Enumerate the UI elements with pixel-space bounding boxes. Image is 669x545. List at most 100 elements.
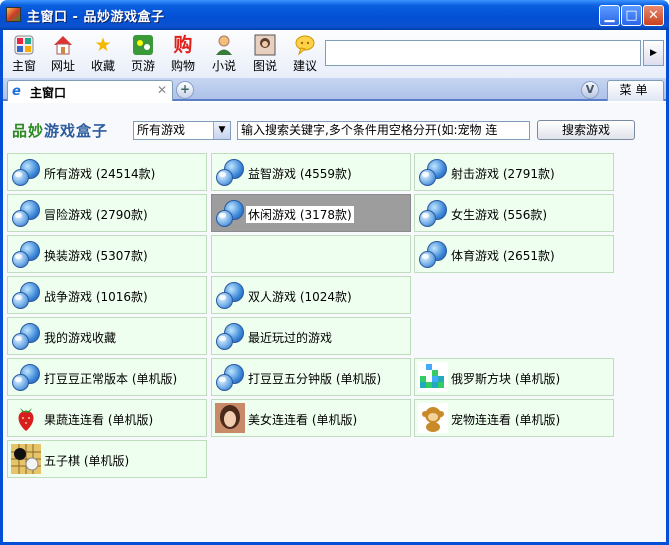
tile-label: 我的游戏收藏 xyxy=(44,331,117,345)
toolbar-button-favorites[interactable]: ★ 收藏 xyxy=(85,33,121,77)
toolbar-button-webgame[interactable]: 页游 xyxy=(125,33,161,77)
tab-main-window[interactable]: e 主窗口 ✕ xyxy=(7,80,173,101)
logo-part1: 品妙 xyxy=(12,122,45,140)
tile-label: 五子棋 (单机版) xyxy=(44,454,130,468)
chevron-down-icon: ▼ xyxy=(213,122,230,139)
game-category-tile[interactable]: 女生游戏 (556款) xyxy=(414,194,614,232)
toolbar-button-shopping[interactable]: 购 购物 xyxy=(165,33,201,77)
globe-icon xyxy=(215,280,245,310)
tile-label: 射击游戏 (2791款) xyxy=(451,167,555,181)
go-board-icon xyxy=(11,444,41,474)
tile-label: 战争游戏 (1016款) xyxy=(44,290,148,304)
favorites-tile[interactable]: 我的游戏收藏 xyxy=(7,317,207,355)
search-input[interactable]: 输入搜索关键字,多个条件用空格分开(如:宠物 连 xyxy=(237,121,530,140)
house-icon xyxy=(51,34,75,56)
tile-label: 益智游戏 (4559款) xyxy=(248,167,352,181)
globe-icon xyxy=(11,321,41,351)
star-icon: ★ xyxy=(94,34,112,56)
logo-part2: 游戏盒子 xyxy=(44,122,109,140)
maximize-button[interactable]: □ xyxy=(621,5,642,26)
url-input[interactable] xyxy=(325,40,641,66)
tile-label: 打豆豆正常版本 (单机版) xyxy=(44,372,178,386)
game-tile[interactable]: 打豆豆五分钟版 (单机版) xyxy=(211,358,411,396)
game-category-tile[interactable]: 射击游戏 (2791款) xyxy=(414,153,614,191)
new-tab-plus-icon[interactable]: + xyxy=(176,81,194,99)
monkey-icon xyxy=(418,403,448,433)
category-value: 所有游戏 xyxy=(137,123,186,137)
game-tile[interactable]: 果蔬连连看 (单机版) xyxy=(7,399,207,437)
globe-icon xyxy=(418,198,448,228)
toolbar-label: 图说 xyxy=(252,59,277,73)
game-category-tile[interactable]: 战争游戏 (1016款) xyxy=(7,276,207,314)
globe-icon xyxy=(11,239,41,269)
toolbar-button-main[interactable]: 主窗 xyxy=(6,33,42,77)
game-category-tile-selected[interactable]: 休闲游戏 (3178款) xyxy=(211,194,411,232)
browser-e-icon: e xyxy=(12,84,21,99)
tab-label: 主窗口 xyxy=(30,86,67,100)
speech-bubble-icon xyxy=(293,34,317,56)
game-category-tile[interactable]: 所有游戏 (24514款) xyxy=(7,153,207,191)
game-category-tile[interactable]: 体育游戏 (2651款) xyxy=(414,235,614,273)
game-tile[interactable]: 五子棋 (单机版) xyxy=(7,440,207,478)
empty-tile xyxy=(211,235,411,273)
tab-bar: e 主窗口 ✕ + V 菜单 xyxy=(3,78,666,101)
tile-label: 俄罗斯方块 (单机版) xyxy=(451,372,561,386)
globe-icon xyxy=(418,239,448,269)
close-button[interactable]: ✕ xyxy=(643,5,664,26)
game-category-tile[interactable]: 冒险游戏 (2790款) xyxy=(7,194,207,232)
tile-label: 美女连连看 (单机版) xyxy=(248,413,358,427)
tile-label: 最近玩过的游戏 xyxy=(248,331,333,345)
tile-label: 打豆豆五分钟版 (单机版) xyxy=(248,372,382,386)
game-tile[interactable]: 打豆豆正常版本 (单机版) xyxy=(7,358,207,396)
go-arrow-icon[interactable]: ▶ xyxy=(643,40,664,66)
title-bar[interactable]: 主窗口 - 品妙游戏盒子 ▁ □ ✕ xyxy=(0,0,669,30)
game-tile[interactable]: 宠物连连看 (单机版) xyxy=(414,399,614,437)
tile-label: 所有游戏 (24514款) xyxy=(44,167,156,181)
tile-label: 冒险游戏 (2790款) xyxy=(44,208,148,222)
game-tile[interactable]: 俄罗斯方块 (单机版) xyxy=(414,358,614,396)
globe-icon xyxy=(215,362,245,392)
minimize-button[interactable]: ▁ xyxy=(599,5,620,26)
toolbar-button-suggest[interactable]: 建议 xyxy=(287,33,323,77)
tab-close-icon[interactable]: ✕ xyxy=(157,83,167,97)
tile-label: 宠物连连看 (单机版) xyxy=(451,413,561,427)
portrait-icon xyxy=(215,403,245,433)
globe-icon xyxy=(215,321,245,351)
toolbar-label: 建议 xyxy=(292,59,317,73)
globe-icon xyxy=(11,362,41,392)
globe-icon xyxy=(11,157,41,187)
game-category-tile[interactable]: 换装游戏 (5307款) xyxy=(7,235,207,273)
reader-icon xyxy=(212,34,236,56)
photo-icon xyxy=(253,34,277,56)
toolbar-button-url[interactable]: 网址 xyxy=(45,33,81,77)
category-select[interactable]: 所有游戏 ▼ xyxy=(133,121,231,140)
game-icon xyxy=(131,34,155,56)
globe-icon xyxy=(215,157,245,187)
app-icon xyxy=(6,7,21,22)
search-button[interactable]: 搜索游戏 xyxy=(537,120,635,140)
tile-label: 体育游戏 (2651款) xyxy=(451,249,555,263)
tile-label: 女生游戏 (556款) xyxy=(451,208,548,222)
toolbar-label: 主窗 xyxy=(11,59,36,73)
tetris-icon xyxy=(418,362,448,392)
recent-games-tile[interactable]: 最近玩过的游戏 xyxy=(211,317,411,355)
tile-label: 果蔬连连看 (单机版) xyxy=(44,413,154,427)
logo: 品妙游戏盒子 xyxy=(12,120,108,141)
toolbar-button-novel[interactable]: 小说 xyxy=(206,33,242,77)
game-tile[interactable]: 美女连连看 (单机版) xyxy=(211,399,411,437)
toolbar-label: 网址 xyxy=(50,59,75,73)
tile-label: 休闲游戏 (3178款) xyxy=(246,206,354,223)
game-category-tile[interactable]: 双人游戏 (1024款) xyxy=(211,276,411,314)
window-title: 主窗口 - 品妙游戏盒子 xyxy=(27,10,165,25)
menu-button[interactable]: 菜单 xyxy=(607,80,664,101)
globe-icon xyxy=(11,280,41,310)
toolbar-label: 页游 xyxy=(130,59,155,73)
game-category-tile[interactable]: 益智游戏 (4559款) xyxy=(211,153,411,191)
globe-icon xyxy=(11,198,41,228)
toolbar-button-photo[interactable]: 图说 xyxy=(247,33,283,77)
chevron-down-icon[interactable]: V xyxy=(581,81,599,99)
toolbar-label: 收藏 xyxy=(90,59,115,73)
strawberry-icon xyxy=(11,403,41,433)
toolbar-label: 小说 xyxy=(211,59,236,73)
tile-label: 双人游戏 (1024款) xyxy=(248,290,352,304)
